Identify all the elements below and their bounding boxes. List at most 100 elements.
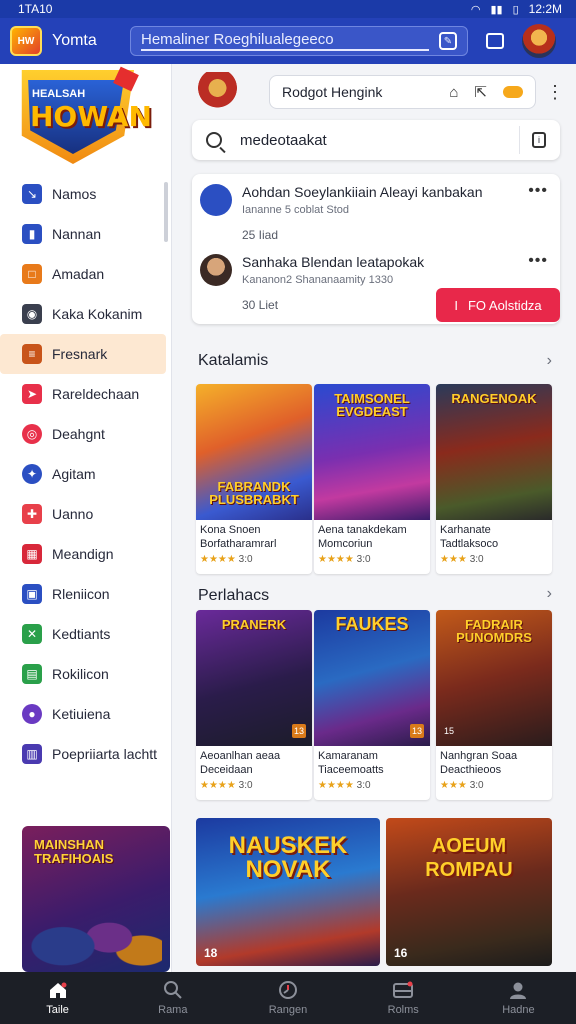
sidebar-item-ketiuiena[interactable]: ● Ketiuiena (0, 694, 172, 734)
featured-game-card[interactable]: NAUSKEK NOVAK 18 (196, 818, 380, 966)
promo-title: MAINSHAN TRAFIHOAIS (34, 837, 114, 866)
notification-time: 30 Liet (242, 298, 279, 312)
chart-icon: ▥ (22, 744, 42, 764)
game-rating: ★★★★ 3:0 (200, 554, 253, 565)
chevron-right-icon[interactable]: › (547, 585, 552, 603)
external-link-icon[interactable]: ⇱ (474, 83, 487, 101)
artwork-title: FABRANDK PLUSBRABKT (209, 479, 299, 507)
artwork-title: TAIMSONEL EVGDEAST (334, 391, 410, 419)
featured-game-card[interactable]: AOEUM ROMPAU 16 (386, 818, 552, 966)
edit-icon[interactable]: ✎ (439, 32, 457, 50)
stars-icon: ★★★★ (318, 780, 354, 791)
sidebar-item-nannan[interactable]: ▮ Nannan (0, 214, 172, 254)
game-studio: Deceidaan (200, 764, 253, 776)
sidebar-item-label: Rleniicon (52, 586, 110, 602)
extension-icon[interactable] (503, 86, 523, 98)
tab-inbox[interactable]: Rolms (346, 972, 461, 1024)
age-badge: 16 (394, 946, 408, 960)
calendar-icon: ▤ (22, 664, 42, 684)
game-rating: ★★★ 3:0 (440, 554, 484, 565)
sidebar-item-deahgnt[interactable]: ◎ Deahgnt (0, 414, 172, 454)
tab-home[interactable]: Taile (0, 972, 115, 1024)
compass-icon: ✦ (22, 464, 42, 484)
more-horiz-icon[interactable]: ••• (528, 182, 548, 200)
game-card[interactable]: RANGENOAK Karhanate Tadtlaksoco ★★★ 3:0 (436, 384, 552, 574)
address-bar[interactable]: Rodgot Hengink ⌂ ⇱ (268, 75, 536, 109)
sidebar-item-label: Kedtiants (52, 626, 111, 642)
search-icon (206, 132, 222, 148)
notification-subtitle: Kananon2 Shananaamity 1330 (242, 274, 394, 286)
sidebar-item-rokilicon[interactable]: ▤ Rokilicon (0, 654, 172, 694)
chevron-right-icon[interactable]: › (547, 352, 552, 370)
sidebar-scrollbar[interactable] (164, 182, 168, 242)
notification-title: Sanhaka Blendan leatapokak (242, 254, 425, 270)
tab-search[interactable]: Rama (115, 972, 230, 1024)
search-input[interactable]: medeotaakat (240, 132, 519, 149)
list-icon: ≡ (22, 344, 42, 364)
sidebar-item-label: Ketiuiena (52, 706, 111, 722)
puzzle-icon: ✚ (22, 504, 42, 524)
sidebar-item-rleniicon[interactable]: ▣ Rleniicon (0, 574, 172, 614)
game-thumbnail[interactable] (192, 72, 243, 112)
game-card[interactable]: TAIMSONEL EVGDEAST Aena tanakdekam Momco… (314, 384, 430, 574)
tab-label: Rama (158, 1004, 188, 1016)
home-icon (49, 982, 67, 998)
game-card[interactable]: FADRAIR PUNOMDRS 15 Nanhgran Soaa Deacth… (436, 610, 552, 800)
tab-history[interactable]: Rangen (230, 972, 345, 1024)
app-logo[interactable]: HW (10, 26, 42, 56)
game-rating: ★★★★ 3:0 (318, 780, 371, 791)
sidebar-item-fresnark[interactable]: ≡ Fresnark (0, 334, 166, 374)
sidebar-item-kedtiants[interactable]: ✕ Kedtiants (0, 614, 172, 654)
notification-action-button[interactable]: I FO Aolstidza (436, 288, 560, 322)
sidebar-item-namos[interactable]: ↘ Namos (0, 174, 172, 214)
avatar[interactable] (522, 24, 556, 58)
home-icon[interactable]: ⌂ (449, 84, 458, 101)
divider (519, 126, 520, 154)
more-horiz-icon[interactable]: ••• (528, 252, 548, 270)
wand-icon: ↘ (22, 184, 42, 204)
sidebar-item-rareldechaan[interactable]: ➤ Rareldechaan (0, 374, 172, 414)
sidebar-promo-banner[interactable]: MAINSHAN TRAFIHOAIS (22, 826, 170, 972)
more-vert-icon[interactable]: ⋮ (546, 82, 564, 103)
notification-avatar (200, 254, 232, 286)
target-icon: ◎ (22, 424, 42, 444)
sidebar-item-label: Deahgnt (52, 426, 105, 442)
sidebar-item-label: Namos (52, 186, 97, 202)
top-search-field[interactable]: Hemaliner Roeghilualegeeco ✎ (130, 26, 468, 56)
bookmark-icon: ▮ (22, 224, 42, 244)
app-root: 1TA10 ◠ ▮▮ ▯ 12:2M HW Yomta Hemaliner Ro… (0, 0, 576, 1024)
top-search-query[interactable]: Hemaliner Roeghilualegeeco (141, 31, 429, 51)
game-studio: Deacthieoos (440, 764, 502, 776)
stars-icon: ★★★★ (318, 554, 354, 565)
address-url[interactable]: Rodgot Hengink (282, 84, 433, 100)
sidebar-item-meandign[interactable]: ▦ Meandign (0, 534, 172, 574)
game-card[interactable]: FAUKES 13 Kamaranam Tiaceemoatts ★★★★ 3:… (314, 610, 430, 800)
battery-icon: ▯ (512, 3, 519, 16)
artwork-title: AOEUM ROMPAU (425, 835, 513, 881)
sidebar-item-poepriiarta[interactable]: ▥ Poepriiarta lachtt (0, 734, 172, 774)
age-badge: 18 (204, 946, 218, 960)
stars-icon: ★★★★ (200, 780, 236, 791)
game-card[interactable]: PRANERK 13 Aeoanlhan aeaa Deceidaan ★★★★… (196, 610, 312, 800)
sidebar-item-amadan[interactable]: □ Amadan (0, 254, 172, 294)
rating-value: 3:0 (238, 780, 253, 791)
stars-icon: ★★★ (440, 780, 467, 791)
brand-logo[interactable]: HEALSAH HOWAN (12, 66, 152, 164)
artwork-title: PRANERK (221, 617, 287, 632)
sidebar-item-label: Agitam (52, 466, 96, 482)
tab-label: Taile (46, 1004, 69, 1016)
sidebar-item-uanno[interactable]: ✚ Uanno (0, 494, 172, 534)
tabs-icon[interactable] (486, 33, 504, 49)
sidebar-item-agitam[interactable]: ✦ Agitam (0, 454, 172, 494)
notification-subtitle: Iananne 5 coblat Stod (242, 204, 350, 216)
game-name: Nanhgran Soaa (440, 750, 518, 762)
info-icon[interactable]: i (532, 132, 546, 148)
game-card[interactable]: FABRANDK PLUSBRABKT Kona Snoen Borfathar… (196, 384, 312, 574)
sidebar-item-kaka-kokanim[interactable]: ◉ Kaka Kokanim (0, 294, 172, 334)
stars-icon: ★★★★ (200, 554, 236, 565)
sidebar-item-label: Uanno (52, 506, 94, 522)
search-bar[interactable]: medeotaakat i (192, 120, 560, 160)
promo-artwork (30, 886, 162, 972)
status-bar: 1TA10 ◠ ▮▮ ▯ 12:2M (0, 0, 576, 18)
tab-profile[interactable]: Hadne (461, 972, 576, 1024)
